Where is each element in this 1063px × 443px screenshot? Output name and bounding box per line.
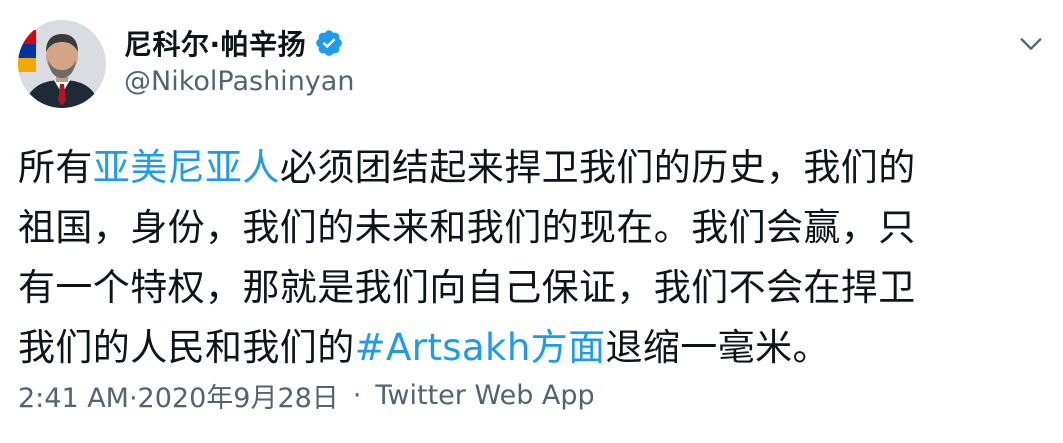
mention-link[interactable]: 亚美尼亚人 <box>93 146 280 189</box>
tweet-line-3: 有一个特权，那就是我们向自己保证，我们不会在捍卫 <box>18 266 916 309</box>
tweet-text-segment: 必须团结起来捍卫我们的历史，我们的 <box>279 146 916 189</box>
tweet-text: 所有亚美尼亚人必须团结起来捍卫我们的历史，我们的 祖国，身份，我们的未来和我们的… <box>18 138 1038 378</box>
timestamp[interactable]: 2:41 AM·2020年9月28日 <box>18 376 339 415</box>
tweet-meta: 2:41 AM·2020年9月28日 · Twitter Web App <box>18 376 595 415</box>
tweet-line-2: 祖国，身份，我们的未来和我们的现在。我们会赢，只 <box>18 206 916 249</box>
tweet-line-1: 所有亚美尼亚人必须团结起来捍卫我们的历史，我们的 <box>18 138 1038 198</box>
tweet-text-segment: 所有 <box>18 146 93 189</box>
display-name[interactable]: 尼科尔·帕辛扬 <box>124 23 306 63</box>
tweet-line-4: 我们的人民和我们的#Artsakh方面退缩一毫米。 <box>18 318 1038 378</box>
source-link[interactable]: Twitter Web App <box>375 380 594 411</box>
verified-badge-icon <box>316 30 342 56</box>
meta-separator: · <box>352 380 362 411</box>
author-header: 尼科尔·帕辛扬 @NikolPashinyan <box>124 24 354 97</box>
handle[interactable]: @NikolPashinyan <box>124 66 354 97</box>
tweet-text-segment: 我们的人民和我们的 <box>18 326 355 369</box>
chevron-down-icon[interactable] <box>1017 30 1045 58</box>
tweet-text-segment: 退缩一毫米。 <box>605 326 830 369</box>
hashtag-link[interactable]: #Artsakh方面 <box>355 326 606 369</box>
name-row: 尼科尔·帕辛扬 <box>124 24 354 62</box>
avatar[interactable] <box>18 20 106 108</box>
tweet-card: 尼科尔·帕辛扬 @NikolPashinyan 所有亚美尼亚人必须团结起来捍卫我… <box>0 0 1063 443</box>
avatar-photo <box>18 20 106 108</box>
